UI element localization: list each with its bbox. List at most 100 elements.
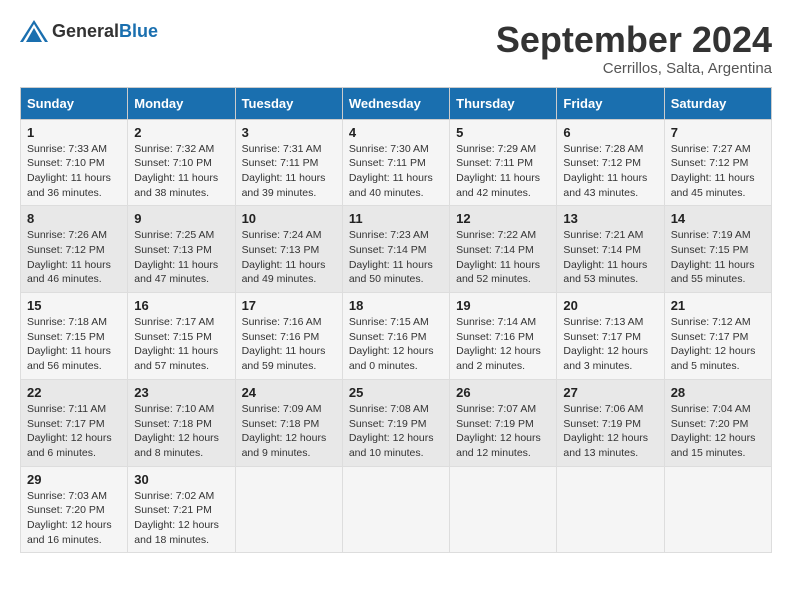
calendar-header: SundayMondayTuesdayWednesdayThursdayFrid…	[21, 87, 772, 119]
page-header: General Blue September 2024 Cerrillos, S…	[20, 20, 772, 77]
day-info: Sunrise: 7:19 AMSunset: 7:15 PMDaylight:…	[671, 228, 765, 287]
logo-icon	[20, 20, 48, 42]
weekday-header-thursday: Thursday	[450, 87, 557, 119]
day-info: Sunrise: 7:04 AMSunset: 7:20 PMDaylight:…	[671, 402, 765, 461]
day-info: Sunrise: 7:26 AMSunset: 7:12 PMDaylight:…	[27, 228, 121, 287]
day-info: Sunrise: 7:11 AMSunset: 7:17 PMDaylight:…	[27, 402, 121, 461]
day-number: 29	[27, 472, 121, 487]
calendar-cell: 15 Sunrise: 7:18 AMSunset: 7:15 PMDayligh…	[21, 293, 128, 380]
calendar-cell: 20 Sunrise: 7:13 AMSunset: 7:17 PMDayligh…	[557, 293, 664, 380]
day-number: 9	[134, 211, 228, 226]
calendar-cell: 12 Sunrise: 7:22 AMSunset: 7:14 PMDayligh…	[450, 206, 557, 293]
day-info: Sunrise: 7:03 AMSunset: 7:20 PMDaylight:…	[27, 489, 121, 548]
day-number: 3	[242, 125, 336, 140]
calendar-cell: 26Sunrise: 7:07 AMSunset: 7:19 PMDayligh…	[450, 379, 557, 466]
calendar-cell: 28 Sunrise: 7:04 AMSunset: 7:20 PMDayligh…	[664, 379, 771, 466]
day-number: 6	[563, 125, 657, 140]
day-info: Sunrise: 7:12 AMSunset: 7:17 PMDaylight:…	[671, 315, 765, 374]
calendar-cell: 23Sunrise: 7:10 AMSunset: 7:18 PMDayligh…	[128, 379, 235, 466]
weekday-header-row: SundayMondayTuesdayWednesdayThursdayFrid…	[21, 87, 772, 119]
calendar-cell: 19 Sunrise: 7:14 AMSunset: 7:16 PMDayligh…	[450, 293, 557, 380]
calendar-cell: 18 Sunrise: 7:15 AMSunset: 7:16 PMDayligh…	[342, 293, 449, 380]
day-info: Sunrise: 7:29 AMSunset: 7:11 PMDaylight:…	[456, 142, 550, 201]
calendar-cell: 22 Sunrise: 7:11 AMSunset: 7:17 PMDayligh…	[21, 379, 128, 466]
calendar-cell: 27Sunrise: 7:06 AMSunset: 7:19 PMDayligh…	[557, 379, 664, 466]
day-info: Sunrise: 7:32 AMSunset: 7:10 PMDaylight:…	[134, 142, 228, 201]
day-info: Sunrise: 7:27 AMSunset: 7:12 PMDaylight:…	[671, 142, 765, 201]
calendar-cell: 16 Sunrise: 7:17 AMSunset: 7:15 PMDayligh…	[128, 293, 235, 380]
calendar-cell	[450, 466, 557, 553]
day-info: Sunrise: 7:16 AMSunset: 7:16 PMDaylight:…	[242, 315, 336, 374]
calendar-cell	[235, 466, 342, 553]
day-number: 17	[242, 298, 336, 313]
day-info: Sunrise: 7:13 AMSunset: 7:17 PMDaylight:…	[563, 315, 657, 374]
page-title: September 2024	[496, 20, 772, 60]
day-number: 28	[671, 385, 765, 400]
day-number: 14	[671, 211, 765, 226]
day-info: Sunrise: 7:24 AMSunset: 7:13 PMDaylight:…	[242, 228, 336, 287]
weekday-header-monday: Monday	[128, 87, 235, 119]
weekday-header-friday: Friday	[557, 87, 664, 119]
calendar-cell: 24 Sunrise: 7:09 AMSunset: 7:18 PMDayligh…	[235, 379, 342, 466]
calendar-week-row: 29 Sunrise: 7:03 AMSunset: 7:20 PMDayligh…	[21, 466, 772, 553]
day-number: 24	[242, 385, 336, 400]
day-number: 11	[349, 211, 443, 226]
weekday-header-tuesday: Tuesday	[235, 87, 342, 119]
day-number: 8	[27, 211, 121, 226]
day-info: Sunrise: 7:22 AMSunset: 7:14 PMDaylight:…	[456, 228, 550, 287]
weekday-header-sunday: Sunday	[21, 87, 128, 119]
page-subtitle: Cerrillos, Salta, Argentina	[496, 60, 772, 77]
day-info: Sunrise: 7:30 AMSunset: 7:11 PMDaylight:…	[349, 142, 443, 201]
day-number: 2	[134, 125, 228, 140]
day-number: 15	[27, 298, 121, 313]
day-info: Sunrise: 7:07 AMSunset: 7:19 PMDaylight:…	[456, 402, 550, 461]
day-number: 12	[456, 211, 550, 226]
day-info: Sunrise: 7:02 AMSunset: 7:21 PMDaylight:…	[134, 489, 228, 548]
calendar-week-row: 8 Sunrise: 7:26 AMSunset: 7:12 PMDaylight…	[21, 206, 772, 293]
calendar-cell	[342, 466, 449, 553]
day-info: Sunrise: 7:08 AMSunset: 7:19 PMDaylight:…	[349, 402, 443, 461]
day-number: 4	[349, 125, 443, 140]
calendar-cell: 1Sunrise: 7:33 AMSunset: 7:10 PMDaylight…	[21, 119, 128, 206]
day-number: 1	[27, 125, 121, 140]
calendar-body: 1Sunrise: 7:33 AMSunset: 7:10 PMDaylight…	[21, 119, 772, 553]
day-info: Sunrise: 7:18 AMSunset: 7:15 PMDaylight:…	[27, 315, 121, 374]
day-number: 10	[242, 211, 336, 226]
calendar-cell: 9Sunrise: 7:25 AMSunset: 7:13 PMDaylight…	[128, 206, 235, 293]
day-number: 5	[456, 125, 550, 140]
day-number: 13	[563, 211, 657, 226]
day-info: Sunrise: 7:28 AMSunset: 7:12 PMDaylight:…	[563, 142, 657, 201]
day-info: Sunrise: 7:10 AMSunset: 7:18 PMDaylight:…	[134, 402, 228, 461]
logo-text-blue: Blue	[119, 21, 158, 42]
logo: General Blue	[20, 20, 158, 42]
weekday-header-wednesday: Wednesday	[342, 87, 449, 119]
day-number: 18	[349, 298, 443, 313]
calendar-cell	[664, 466, 771, 553]
weekday-header-saturday: Saturday	[664, 87, 771, 119]
day-number: 20	[563, 298, 657, 313]
calendar-week-row: 1Sunrise: 7:33 AMSunset: 7:10 PMDaylight…	[21, 119, 772, 206]
calendar-cell: 10 Sunrise: 7:24 AMSunset: 7:13 PMDayligh…	[235, 206, 342, 293]
day-number: 22	[27, 385, 121, 400]
calendar-cell: 17 Sunrise: 7:16 AMSunset: 7:16 PMDayligh…	[235, 293, 342, 380]
calendar-cell: 25Sunrise: 7:08 AMSunset: 7:19 PMDayligh…	[342, 379, 449, 466]
calendar-cell: 13 Sunrise: 7:21 AMSunset: 7:14 PMDayligh…	[557, 206, 664, 293]
calendar-week-row: 22 Sunrise: 7:11 AMSunset: 7:17 PMDayligh…	[21, 379, 772, 466]
calendar-week-row: 15 Sunrise: 7:18 AMSunset: 7:15 PMDayligh…	[21, 293, 772, 380]
calendar-cell: 3 Sunrise: 7:31 AMSunset: 7:11 PMDaylight…	[235, 119, 342, 206]
day-number: 19	[456, 298, 550, 313]
day-info: Sunrise: 7:17 AMSunset: 7:15 PMDaylight:…	[134, 315, 228, 374]
calendar-cell	[557, 466, 664, 553]
day-info: Sunrise: 7:14 AMSunset: 7:16 PMDaylight:…	[456, 315, 550, 374]
calendar-cell: 4 Sunrise: 7:30 AMSunset: 7:11 PMDaylight…	[342, 119, 449, 206]
day-number: 27	[563, 385, 657, 400]
day-info: Sunrise: 7:15 AMSunset: 7:16 PMDaylight:…	[349, 315, 443, 374]
calendar-cell: 11Sunrise: 7:23 AMSunset: 7:14 PMDayligh…	[342, 206, 449, 293]
day-number: 16	[134, 298, 228, 313]
day-info: Sunrise: 7:31 AMSunset: 7:11 PMDaylight:…	[242, 142, 336, 201]
day-info: Sunrise: 7:21 AMSunset: 7:14 PMDaylight:…	[563, 228, 657, 287]
calendar-cell: 6 Sunrise: 7:28 AMSunset: 7:12 PMDaylight…	[557, 119, 664, 206]
title-block: September 2024 Cerrillos, Salta, Argenti…	[496, 20, 772, 77]
calendar-cell: 8 Sunrise: 7:26 AMSunset: 7:12 PMDaylight…	[21, 206, 128, 293]
day-info: Sunrise: 7:09 AMSunset: 7:18 PMDaylight:…	[242, 402, 336, 461]
